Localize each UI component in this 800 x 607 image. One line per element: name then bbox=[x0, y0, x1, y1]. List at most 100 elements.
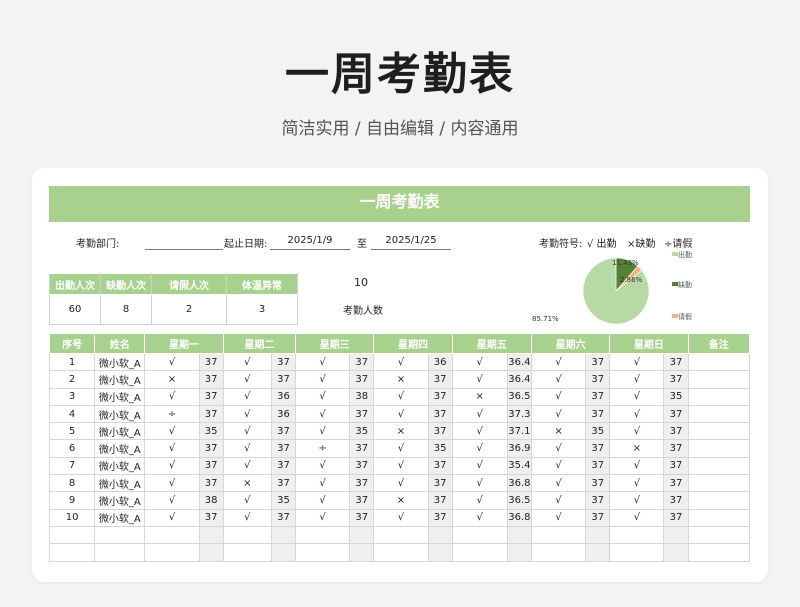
table-cell[interactable]: √ bbox=[451, 456, 508, 476]
table-cell[interactable]: 37 bbox=[585, 474, 611, 493]
table-cell[interactable]: × bbox=[144, 370, 200, 389]
end-date-field[interactable] bbox=[371, 249, 451, 250]
table-cell[interactable]: √ bbox=[144, 422, 200, 441]
table-cell[interactable]: 微小软_A bbox=[94, 422, 146, 441]
table-cell[interactable]: 37 bbox=[198, 404, 224, 424]
table-cell[interactable]: 37 bbox=[349, 439, 375, 458]
table-cell[interactable]: 37 bbox=[198, 352, 224, 372]
table-cell[interactable]: √ bbox=[294, 387, 351, 406]
table-cell[interactable]: √ bbox=[222, 491, 272, 510]
table-cell[interactable]: 37 bbox=[427, 422, 453, 441]
table-cell[interactable]: ÷ bbox=[294, 439, 351, 458]
table-cell[interactable] bbox=[222, 543, 272, 562]
table-cell[interactable]: √ bbox=[144, 352, 200, 372]
table-cell[interactable]: 37 bbox=[585, 370, 611, 389]
table-cell[interactable]: 微小软_A bbox=[94, 404, 146, 424]
table-cell[interactable]: × bbox=[373, 422, 429, 441]
table-cell[interactable]: √ bbox=[451, 474, 508, 493]
table-cell[interactable]: 3 bbox=[48, 387, 96, 406]
table-cell[interactable]: √ bbox=[222, 439, 272, 458]
table-cell[interactable]: 37 bbox=[198, 387, 224, 406]
table-cell[interactable]: 4 bbox=[48, 404, 96, 424]
table-cell[interactable] bbox=[687, 491, 751, 510]
table-cell[interactable] bbox=[687, 456, 751, 476]
table-cell[interactable]: √ bbox=[294, 456, 351, 476]
start-date-field[interactable] bbox=[270, 249, 350, 250]
table-cell[interactable] bbox=[270, 525, 297, 545]
table-cell[interactable]: 37 bbox=[349, 456, 375, 476]
table-cell[interactable] bbox=[687, 439, 751, 458]
table-cell[interactable] bbox=[198, 525, 224, 545]
table-cell[interactable] bbox=[687, 508, 751, 527]
table-cell[interactable]: 37 bbox=[349, 352, 375, 372]
table-cell[interactable]: 37 bbox=[198, 474, 224, 493]
table-cell[interactable] bbox=[48, 543, 96, 562]
table-cell[interactable] bbox=[294, 525, 351, 545]
table-cell[interactable]: √ bbox=[373, 439, 429, 458]
table-cell[interactable]: 36.9 bbox=[506, 439, 532, 458]
table-cell[interactable]: 37 bbox=[663, 352, 689, 372]
table-cell[interactable] bbox=[48, 525, 96, 545]
table-cell[interactable]: 37 bbox=[270, 439, 297, 458]
table-cell[interactable]: 37 bbox=[270, 456, 297, 476]
table-cell[interactable]: 35 bbox=[349, 422, 375, 441]
table-cell[interactable] bbox=[506, 543, 532, 562]
table-cell[interactable]: 36.5 bbox=[506, 387, 532, 406]
table-cell[interactable]: √ bbox=[294, 422, 351, 441]
table-cell[interactable]: 37 bbox=[349, 474, 375, 493]
table-cell[interactable]: √ bbox=[530, 387, 587, 406]
table-cell[interactable]: 37 bbox=[427, 456, 453, 476]
table-cell[interactable]: 37 bbox=[427, 387, 453, 406]
table-cell[interactable]: 微小软_A bbox=[94, 352, 146, 372]
table-cell[interactable]: 36.8 bbox=[506, 508, 532, 527]
table-cell[interactable]: 35.4 bbox=[506, 456, 532, 476]
table-cell[interactable]: 1 bbox=[48, 352, 96, 372]
table-cell[interactable]: 37 bbox=[663, 508, 689, 527]
table-cell[interactable]: √ bbox=[451, 404, 508, 424]
table-cell[interactable]: √ bbox=[294, 508, 351, 527]
table-cell[interactable]: 36 bbox=[270, 387, 297, 406]
table-cell[interactable]: 35 bbox=[663, 387, 689, 406]
table-cell[interactable]: √ bbox=[222, 387, 272, 406]
table-cell[interactable]: 37 bbox=[349, 508, 375, 527]
table-cell[interactable]: √ bbox=[530, 370, 587, 389]
table-cell[interactable]: √ bbox=[294, 404, 351, 424]
table-cell[interactable]: √ bbox=[451, 370, 508, 389]
table-cell[interactable]: 5 bbox=[48, 422, 96, 441]
table-cell[interactable]: 微小软_A bbox=[94, 370, 146, 389]
table-cell[interactable]: √ bbox=[530, 404, 587, 424]
table-cell[interactable]: 微小软_A bbox=[94, 491, 146, 510]
table-cell[interactable] bbox=[144, 543, 200, 562]
table-cell[interactable]: 37 bbox=[270, 370, 297, 389]
table-cell[interactable] bbox=[144, 525, 200, 545]
table-cell[interactable]: 8 bbox=[48, 474, 96, 493]
table-cell[interactable]: √ bbox=[530, 456, 587, 476]
table-cell[interactable]: 37 bbox=[270, 422, 297, 441]
table-cell[interactable]: √ bbox=[609, 352, 665, 372]
table-cell[interactable] bbox=[687, 387, 751, 406]
table-cell[interactable]: √ bbox=[144, 387, 200, 406]
table-cell[interactable]: √ bbox=[609, 491, 665, 510]
table-cell[interactable]: 37 bbox=[585, 404, 611, 424]
table-cell[interactable]: 37 bbox=[585, 352, 611, 372]
table-cell[interactable]: √ bbox=[373, 404, 429, 424]
table-cell[interactable]: √ bbox=[373, 456, 429, 476]
table-cell[interactable]: 37 bbox=[349, 404, 375, 424]
table-cell[interactable]: 37.1 bbox=[506, 422, 532, 441]
table-cell[interactable]: √ bbox=[144, 474, 200, 493]
table-cell[interactable]: 36 bbox=[427, 352, 453, 372]
table-cell[interactable]: 37 bbox=[663, 491, 689, 510]
table-cell[interactable]: √ bbox=[144, 439, 200, 458]
table-cell[interactable]: × bbox=[222, 474, 272, 493]
table-cell[interactable]: ÷ bbox=[144, 404, 200, 424]
table-cell[interactable]: √ bbox=[609, 404, 665, 424]
table-cell[interactable]: √ bbox=[222, 422, 272, 441]
table-cell[interactable] bbox=[609, 543, 665, 562]
table-cell[interactable]: 37 bbox=[427, 491, 453, 510]
table-cell[interactable] bbox=[530, 525, 587, 545]
table-cell[interactable]: 37 bbox=[270, 508, 297, 527]
table-cell[interactable]: 37 bbox=[270, 352, 297, 372]
table-cell[interactable] bbox=[585, 525, 611, 545]
table-cell[interactable] bbox=[506, 525, 532, 545]
table-cell[interactable] bbox=[427, 525, 453, 545]
